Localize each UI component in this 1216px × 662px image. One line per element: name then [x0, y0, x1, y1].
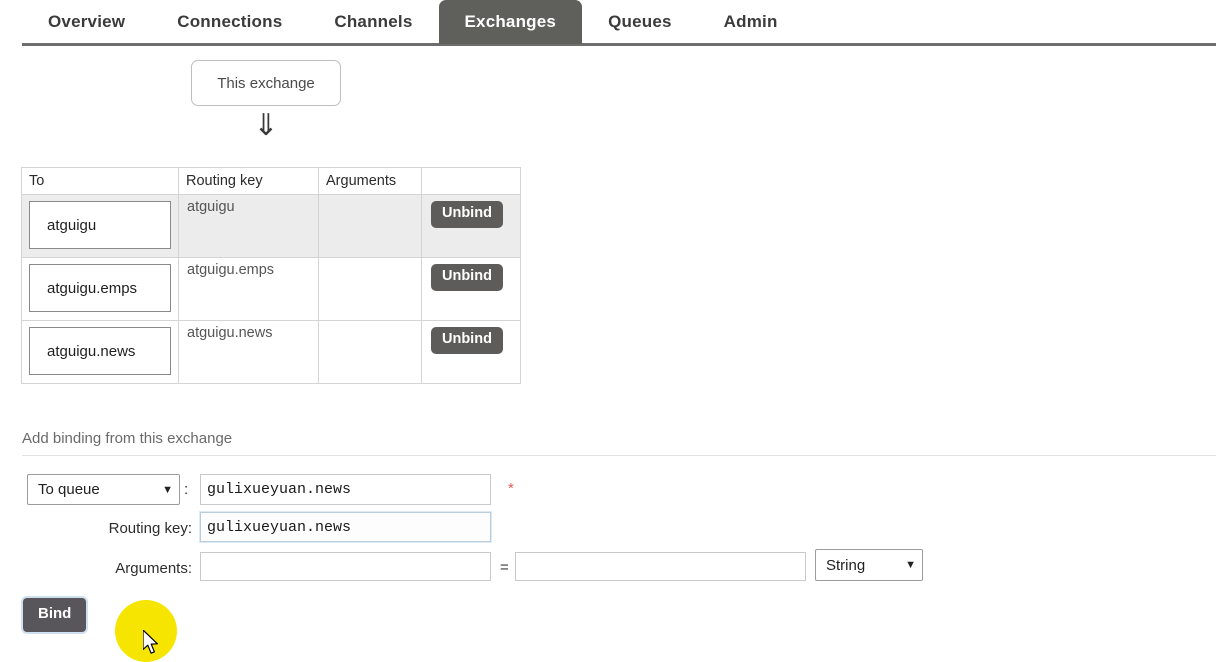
required-asterisk: *: [508, 480, 514, 497]
arguments-value: [319, 321, 421, 329]
tab-connections-label: Connections: [177, 12, 283, 31]
double-down-arrow-icon: ⇓: [253, 109, 279, 142]
equals-sign: =: [500, 559, 509, 576]
section-divider: [22, 455, 1216, 456]
tab-overview[interactable]: Overview: [22, 0, 151, 44]
tab-admin[interactable]: Admin: [698, 0, 804, 44]
tab-admin-label: Admin: [723, 12, 778, 31]
table-header-row: To Routing key Arguments: [21, 167, 521, 195]
column-header-routing-key: Routing key: [178, 167, 319, 195]
unbind-button[interactable]: Unbind: [431, 201, 503, 228]
add-binding-form: To queue ▼ : * Routing key: Arguments: =…: [0, 470, 1216, 584]
argument-key-input[interactable]: [200, 552, 491, 581]
routing-key-value: atguigu.news: [187, 325, 273, 341]
tab-channels-label: Channels: [334, 12, 413, 31]
cell-actions: Unbind: [421, 257, 521, 321]
cell-routing-key: atguigu: [178, 194, 319, 258]
tab-queues-label: Queues: [608, 12, 672, 31]
cell-actions: Unbind: [421, 194, 521, 258]
destination-colon: :: [184, 481, 189, 498]
table-row: atguigu atguigu Unbind: [21, 194, 521, 258]
queue-link[interactable]: atguigu.news: [29, 327, 171, 375]
cell-to: atguigu.news: [21, 320, 179, 384]
destination-row: To queue ▼ : *: [0, 470, 1216, 508]
cell-to: atguigu.emps: [21, 257, 179, 321]
mouse-cursor-icon: [143, 630, 158, 654]
chevron-down-icon: ▼: [162, 483, 173, 496]
tab-queues[interactable]: Queues: [582, 0, 698, 44]
tab-overview-label: Overview: [48, 12, 126, 31]
arguments-label: Arguments:: [115, 560, 192, 577]
unbind-wrapper: Unbind: [422, 321, 520, 354]
cell-actions: Unbind: [421, 320, 521, 384]
routing-key-row: Routing key:: [0, 508, 1216, 546]
cell-arguments: [318, 320, 422, 384]
chevron-down-icon: ▼: [905, 559, 916, 571]
unbind-button[interactable]: Unbind: [431, 264, 503, 291]
cell-routing-key: atguigu.emps: [178, 257, 319, 321]
destination-input[interactable]: [200, 474, 491, 505]
arguments-row: Arguments: = String ▼: [0, 546, 1216, 584]
tab-exchanges-label: Exchanges: [464, 12, 557, 31]
routing-key-value: atguigu.emps: [187, 262, 275, 278]
queue-link[interactable]: atguigu: [29, 201, 171, 249]
table-row: atguigu.news atguigu.news Unbind: [21, 320, 521, 384]
column-header-arguments: Arguments: [318, 167, 422, 195]
tab-connections[interactable]: Connections: [151, 0, 308, 44]
argument-value-input[interactable]: [515, 552, 806, 581]
column-header-to: To: [21, 167, 179, 195]
bind-button[interactable]: Bind: [23, 598, 87, 632]
routing-key-label: Routing key:: [108, 520, 192, 537]
this-exchange-label: This exchange: [217, 74, 315, 92]
column-header-actions: [421, 167, 521, 195]
this-exchange-box: This exchange: [191, 60, 341, 106]
routing-key-value: atguigu: [187, 199, 235, 215]
argument-type-select[interactable]: String ▼: [815, 549, 923, 581]
tab-exchanges[interactable]: Exchanges: [438, 0, 583, 44]
cell-routing-key: atguigu.news: [178, 320, 319, 384]
argument-type-value: String: [826, 556, 866, 574]
bindings-table: To Routing key Arguments atguigu atguigu…: [21, 167, 521, 384]
table-row: atguigu.emps atguigu.emps Unbind: [21, 257, 521, 321]
add-binding-title: Add binding from this exchange: [22, 430, 233, 447]
destination-type-value: To queue: [38, 481, 100, 498]
queue-link[interactable]: atguigu.emps: [29, 264, 171, 312]
arguments-value: [319, 195, 421, 203]
cell-arguments: [318, 257, 422, 321]
arguments-value: [319, 258, 421, 266]
unbind-wrapper: Unbind: [422, 258, 520, 291]
main-navigation: Overview Connections Channels Exchanges …: [0, 0, 1216, 46]
unbind-wrapper: Unbind: [422, 195, 520, 228]
cell-to: atguigu: [21, 194, 179, 258]
cell-arguments: [318, 194, 422, 258]
routing-key-input[interactable]: [200, 512, 491, 542]
unbind-button[interactable]: Unbind: [431, 327, 503, 354]
nav-tab-list: Overview Connections Channels Exchanges …: [22, 0, 804, 44]
tab-channels[interactable]: Channels: [308, 0, 438, 44]
click-highlight-circle: [115, 600, 177, 662]
destination-type-select[interactable]: To queue ▼: [27, 474, 180, 505]
